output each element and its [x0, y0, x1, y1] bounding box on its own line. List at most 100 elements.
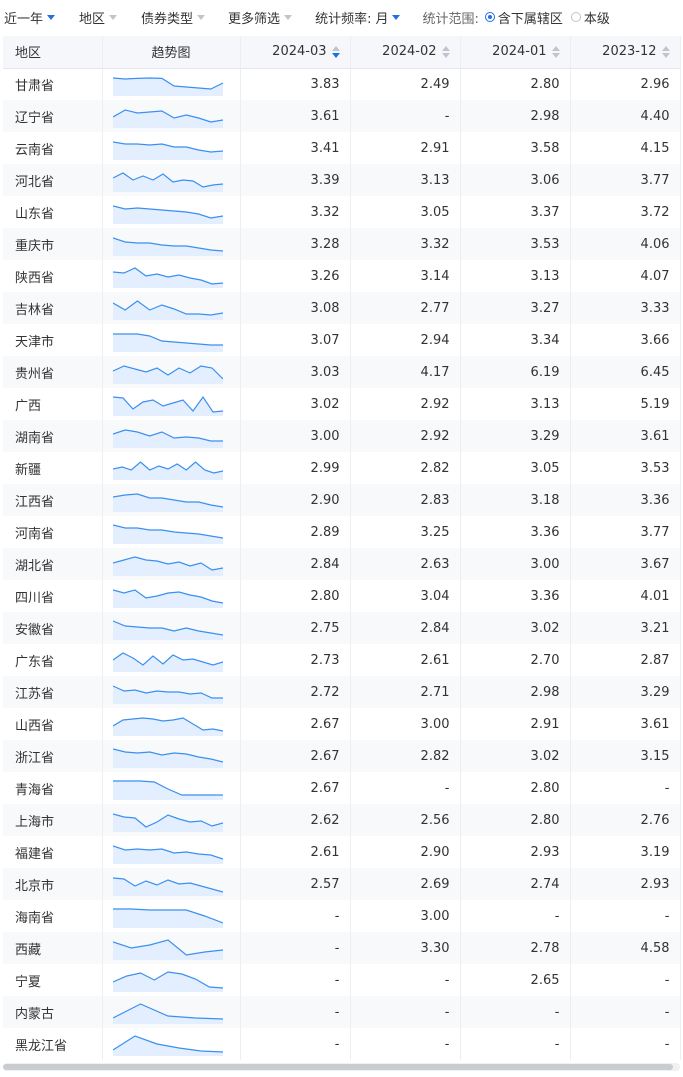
value-cell: 3.72	[570, 196, 681, 228]
table-row[interactable]: 江西省 2.90 2.83 3.18 3.36	[3, 484, 681, 516]
value-cell: 2.90	[350, 836, 461, 868]
table-row[interactable]: 云南省 3.41 2.91 3.58 4.15	[3, 132, 681, 164]
value-cell: 2.80	[460, 772, 571, 804]
trend-cell	[102, 900, 241, 932]
table-row[interactable]: 四川省 2.80 3.04 3.36 4.01	[3, 580, 681, 612]
value-cell: 3.36	[460, 580, 571, 612]
table-row[interactable]: 浙江省 2.67 2.82 3.02 3.15	[3, 740, 681, 772]
value-cell: 3.13	[350, 164, 461, 196]
value-cell: 3.13	[460, 388, 571, 420]
table-row[interactable]: 江苏省 2.72 2.71 2.98 3.29	[3, 676, 681, 708]
value-cell: 2.61	[350, 644, 461, 676]
value-cell: -	[570, 996, 681, 1028]
value-cell: 3.36	[570, 484, 681, 516]
table-row[interactable]: 山东省 3.32 3.05 3.37 3.72	[3, 196, 681, 228]
column-header-2024-03[interactable]: 2024-03	[240, 36, 351, 69]
value-cell: 2.74	[460, 868, 571, 900]
value-cell: 3.18	[460, 484, 571, 516]
sort-icon[interactable]	[551, 45, 560, 58]
value-cell: 3.66	[570, 324, 681, 356]
value-cell: -	[460, 900, 571, 932]
table-row[interactable]: 河南省 2.89 3.25 3.36 3.77	[3, 516, 681, 548]
value-cell: -	[570, 772, 681, 804]
region-cell: 云南省	[3, 132, 103, 164]
sparkline-chart	[112, 939, 223, 960]
sparkline-chart	[112, 395, 223, 416]
value-cell: 4.15	[570, 132, 681, 164]
value-cell: 3.83	[240, 68, 351, 100]
region-filter[interactable]: 地区	[79, 8, 118, 27]
value-cell: -	[350, 996, 461, 1028]
value-cell: -	[240, 964, 351, 996]
table-row[interactable]: 山西省 2.67 3.00 2.91 3.61	[3, 708, 681, 740]
table-row[interactable]: 安徽省 2.75 2.84 3.02 3.21	[3, 612, 681, 644]
table-row[interactable]: 广西 3.02 2.92 3.13 5.19	[3, 388, 681, 420]
trend-cell	[102, 868, 241, 900]
value-cell: 2.76	[570, 804, 681, 836]
value-cell: -	[570, 900, 681, 932]
value-cell: 2.73	[240, 644, 351, 676]
sparkline-chart	[112, 620, 223, 640]
region-cell: 山西省	[3, 708, 103, 740]
sparkline-chart	[112, 365, 223, 384]
table-row[interactable]: 新疆 2.99 2.82 3.05 3.53	[3, 452, 681, 484]
table-row[interactable]: 北京市 2.57 2.69 2.74 2.93	[3, 868, 681, 900]
table-row[interactable]: 内蒙古 - - - -	[3, 996, 681, 1028]
bond-type-filter[interactable]: 债券类型	[141, 8, 206, 27]
sparkline-area	[112, 494, 223, 512]
horizontal-scrollbar[interactable]	[3, 1063, 680, 1071]
column-header-2024-01[interactable]: 2024-01	[460, 36, 571, 69]
chevron-down-icon	[109, 14, 118, 20]
value-cell: 3.36	[460, 516, 571, 548]
region-cell: 安徽省	[3, 612, 103, 644]
table-row[interactable]: 海南省 -3.00- -	[3, 900, 681, 932]
table-row[interactable]: 天津市 3.07 2.94 3.34 3.66	[3, 324, 681, 356]
table-row[interactable]: 青海省 2.67-2.80-	[3, 772, 681, 804]
table-row[interactable]: 上海市 2.62 2.56 2.80 2.76	[3, 804, 681, 836]
table-row[interactable]: 黑龙江省 - - - -	[3, 1028, 681, 1060]
table-row[interactable]: 湖南省 3.00 2.92 3.29 3.61	[3, 420, 681, 452]
value-cell: 3.53	[570, 452, 681, 484]
trend-cell	[102, 644, 241, 676]
table-row[interactable]: 湖北省 2.84 2.63 3.00 3.67	[3, 548, 681, 580]
scope-radio-sub[interactable]: 含下属辖区	[484, 8, 563, 27]
sort-icon[interactable]	[441, 45, 450, 58]
sparkline-area	[112, 621, 223, 640]
chevron-down-icon	[197, 14, 206, 20]
trend-cell	[102, 132, 241, 164]
column-header-2023-12[interactable]: 2023-12	[570, 36, 681, 69]
table-row[interactable]: 陕西省 3.26 3.14 3.13 4.07	[3, 260, 681, 292]
value-cell: -	[350, 1028, 461, 1060]
sparkline-area	[112, 334, 223, 352]
period-filter[interactable]: 近一年	[4, 8, 56, 27]
table-row[interactable]: 吉林省 3.08 2.77 3.27 3.33	[3, 292, 681, 324]
scope-radio-self[interactable]: 本级	[570, 8, 610, 27]
table-row[interactable]: 贵州省 3.03 4.17 6.19 6.45	[3, 356, 681, 388]
table-row[interactable]: 西藏 -3.30 2.78 4.58	[3, 932, 681, 964]
table-row[interactable]: 宁夏 - -2.65-	[3, 964, 681, 996]
frequency-filter[interactable]: 统计频率: 月	[315, 8, 401, 27]
scrollbar-thumb[interactable]	[3, 1064, 673, 1070]
table-row[interactable]: 福建省 2.61 2.90 2.93 3.19	[3, 836, 681, 868]
value-cell: -	[240, 932, 351, 964]
table-row[interactable]: 辽宁省 3.61-2.98 4.40	[3, 100, 681, 132]
more-filter[interactable]: 更多筛选	[228, 8, 293, 27]
value-cell: 2.82	[350, 740, 461, 772]
value-cell: -	[240, 996, 351, 1028]
trend-cell	[102, 772, 241, 804]
sort-desc-icon[interactable]	[331, 45, 340, 58]
value-cell: 3.39	[240, 164, 351, 196]
column-header-label: 2024-02	[382, 44, 437, 60]
value-cell: 2.67	[240, 772, 351, 804]
value-cell: 2.92	[350, 420, 461, 452]
value-cell: 3.06	[460, 164, 571, 196]
trend-cell	[102, 740, 241, 772]
value-cell: 3.07	[240, 324, 351, 356]
column-header-2024-02[interactable]: 2024-02	[350, 36, 461, 69]
table-row[interactable]: 重庆市 3.28 3.32 3.53 4.06	[3, 228, 681, 260]
table-row[interactable]: 河北省 3.39 3.13 3.06 3.77	[3, 164, 681, 196]
table-row[interactable]: 甘肃省 3.83 2.49 2.80 2.96	[3, 68, 681, 100]
value-cell: 2.93	[460, 836, 571, 868]
table-row[interactable]: 广东省 2.73 2.61 2.70 2.87	[3, 644, 681, 676]
sort-icon[interactable]	[661, 45, 670, 58]
